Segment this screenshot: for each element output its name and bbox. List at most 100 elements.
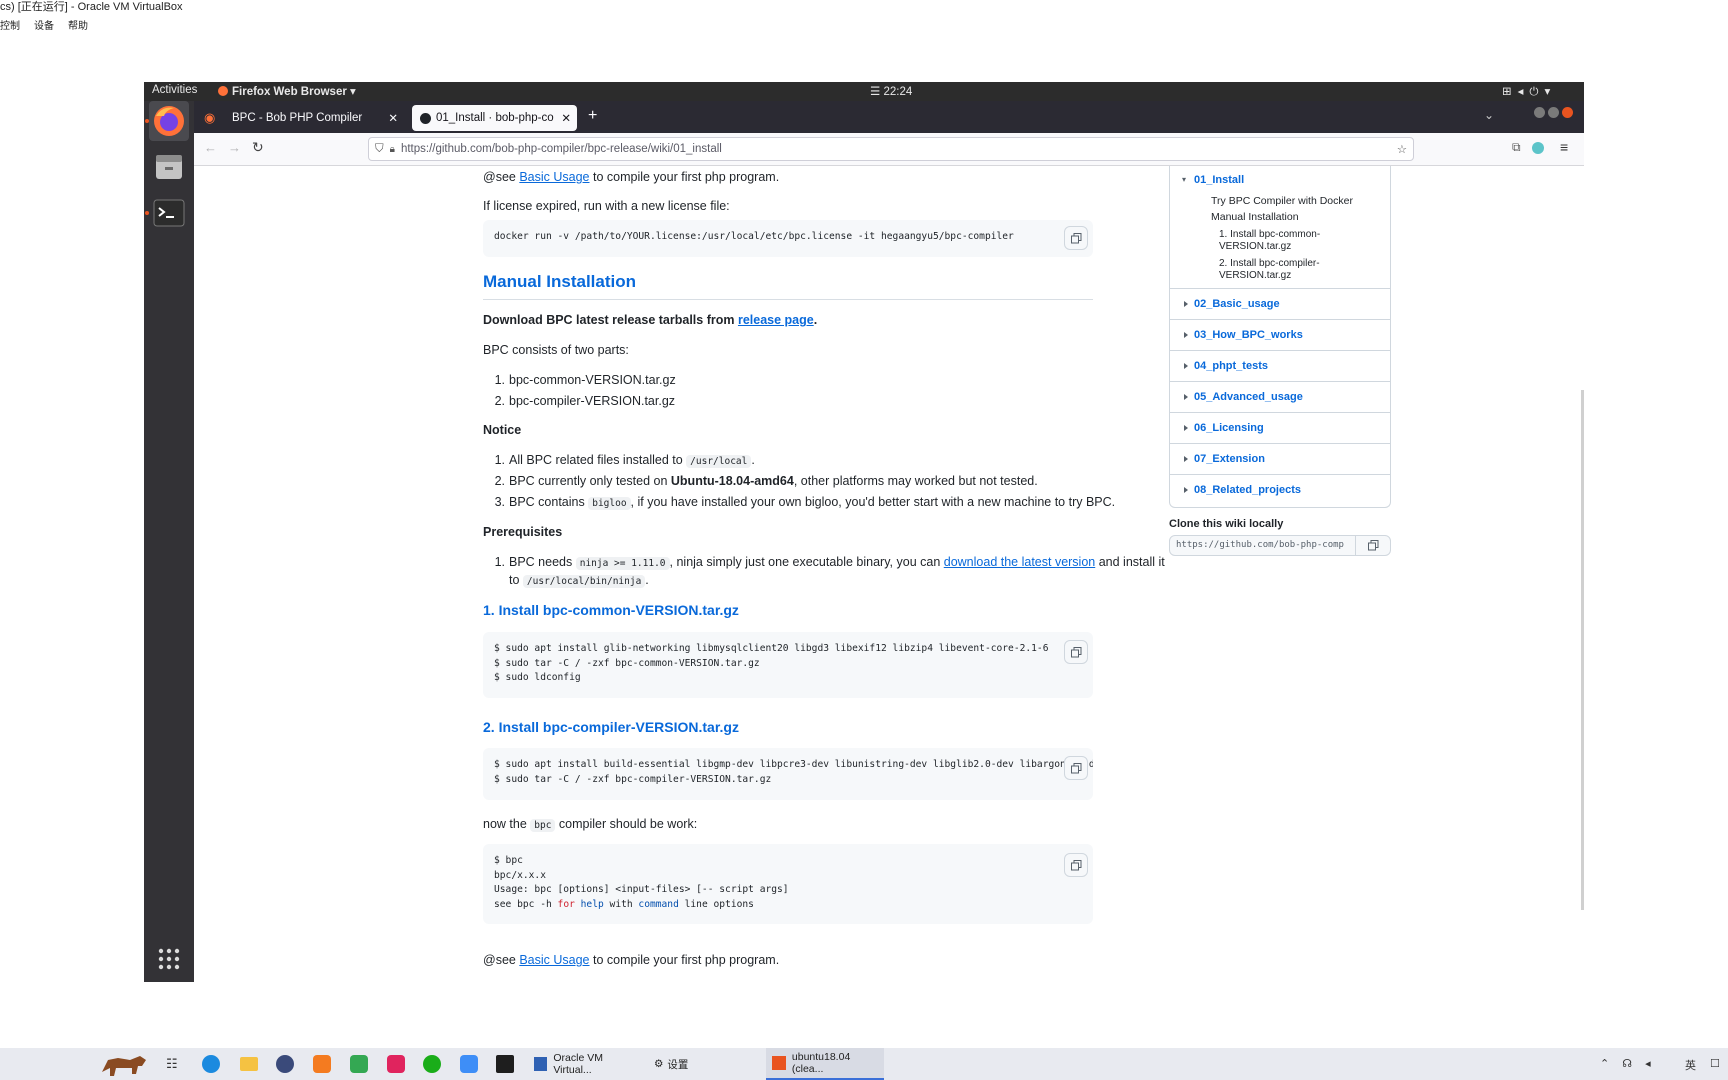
notification-icon: ☰	[870, 86, 884, 98]
menu-icon[interactable]: ≡	[1560, 139, 1568, 155]
firefox-view-icon[interactable]: ◉	[204, 110, 215, 126]
clone-copy-button[interactable]	[1355, 535, 1391, 556]
sidebar-page-05[interactable]: 05_Advanced_usage	[1170, 381, 1390, 413]
settings-icon: ⚙	[654, 1058, 664, 1070]
dock-files[interactable]	[149, 147, 189, 187]
sidebar-page-07[interactable]: 07_Extension	[1170, 443, 1390, 475]
activities-button[interactable]: Activities	[152, 84, 197, 96]
tab-01-install[interactable]: 01_Install · bob-php-comp ✕	[412, 105, 577, 131]
file-explorer-icon[interactable]	[240, 1057, 258, 1071]
url-text[interactable]: https://github.com/bob-php-compiler/bpc-…	[401, 143, 722, 155]
account-icon[interactable]	[1532, 142, 1544, 154]
app-icon-5[interactable]	[460, 1055, 478, 1073]
taskbar-item-virtualbox[interactable]: Oracle VM Virtual...	[530, 1048, 640, 1080]
page-content: @see Basic Usage to compile your first p…	[194, 166, 1584, 982]
sidebar-page-06[interactable]: 06_Licensing	[1170, 412, 1390, 444]
notifications-icon[interactable]: ☐	[1710, 1057, 1720, 1070]
caret-right-icon	[1184, 301, 1188, 307]
terminal-taskbar-icon[interactable]	[496, 1055, 514, 1073]
system-tray[interactable]: ⊞◂⏻▾	[1502, 84, 1556, 99]
app-icon-2[interactable]	[313, 1055, 331, 1073]
caret-right-icon	[1184, 425, 1188, 431]
clock-time: 22:24	[883, 86, 913, 98]
download-ninja-link[interactable]: download the latest version	[944, 555, 1095, 569]
wiki-pages-sidebar: ▾ 01_Install Try BPC Compiler with Docke…	[1169, 166, 1391, 508]
back-button[interactable]: ←	[204, 140, 217, 155]
tracking-shield-icon[interactable]: ⛉	[375, 143, 384, 156]
ubuntu-dock	[144, 101, 194, 982]
dock-terminal[interactable]	[149, 193, 189, 233]
sidebar-section-manual[interactable]: Manual Installation	[1211, 211, 1299, 223]
sidebar-section-install-compiler[interactable]: 2. Install bpc-compiler- VERSION.tar.gz	[1219, 258, 1320, 282]
host-menu-help[interactable]: 帮助	[68, 17, 88, 32]
lock-icon[interactable]: 🔒︎	[390, 144, 395, 155]
host-menu-control[interactable]: 控制	[0, 17, 20, 32]
parts-list-item: 2. bpc-compiler-VERSION.tar.gz	[494, 394, 676, 408]
copy-button[interactable]	[1064, 853, 1088, 877]
ubuntu-top-bar: Activities Firefox Web Browser ▾ ☰ 22:24…	[144, 82, 1584, 101]
prereq-item-cont: to /usr/local/bin/ninja.	[509, 573, 649, 588]
show-applications-button[interactable]	[149, 939, 189, 979]
sidebar-page-02[interactable]: 02_Basic_usage	[1170, 288, 1390, 320]
caret-right-icon	[1184, 487, 1188, 493]
dropdown-arrow-icon: ▾	[350, 86, 356, 98]
url-bar[interactable]: ⛉ 🔒︎ https://github.com/bob-php-compiler…	[368, 137, 1414, 161]
vm-screen: Activities Firefox Web Browser ▾ ☰ 22:24…	[144, 82, 1584, 982]
list-tabs-icon[interactable]: ⌄	[1484, 108, 1494, 122]
notice-item-2: 2. BPC currently only tested on Ubuntu-18…	[494, 474, 1038, 488]
sidebar-section-docker[interactable]: Try BPC Compiler with Docker	[1211, 195, 1353, 207]
copy-icon	[1070, 646, 1081, 657]
docker-code-block: docker run -v /path/to/YOUR.license:/usr…	[483, 220, 1093, 257]
system-tray-host[interactable]: ⌃ ☊ ◂	[1600, 1057, 1656, 1070]
prerequisites-heading: Prerequisites	[483, 525, 563, 539]
sidebar-page-03[interactable]: 03_How_BPC_works	[1170, 319, 1390, 351]
ime-indicator[interactable]: 英	[1685, 1057, 1696, 1073]
sidebar-page-04[interactable]: 04_phpt_tests	[1170, 350, 1390, 382]
copy-button[interactable]	[1064, 756, 1088, 780]
dock-firefox[interactable]	[149, 101, 189, 141]
terminal-icon	[153, 199, 185, 227]
install-compiler-heading: 2. Install bpc-compiler-VERSION.tar.gz	[483, 719, 739, 735]
sidebar-page-08[interactable]: 08_Related_projects	[1170, 474, 1390, 506]
new-tab-button[interactable]: +	[588, 107, 597, 125]
host-menu-devices[interactable]: 设备	[34, 17, 54, 32]
page-scrollbar[interactable]	[1581, 390, 1584, 910]
minimize-button[interactable]	[1534, 107, 1545, 118]
bookmark-star-icon[interactable]: ☆	[1397, 142, 1407, 156]
edge-icon[interactable]	[202, 1055, 220, 1073]
close-tab-icon[interactable]: ✕	[561, 111, 571, 125]
horse-wallpaper-icon	[102, 1056, 146, 1076]
app-icon-3[interactable]	[350, 1055, 368, 1073]
taskbar-item-ubuntu-vm[interactable]: ubuntu18.04 (clea...	[766, 1048, 884, 1080]
close-tab-icon[interactable]: ✕	[388, 111, 398, 125]
consists-text: BPC consists of two parts:	[483, 343, 629, 357]
parts-list-item: 1. bpc-common-VERSION.tar.gz	[494, 373, 676, 387]
tab-bpc[interactable]: BPC - Bob PHP Compiler ✕	[224, 105, 404, 131]
tab-label: 01_Install · bob-php-comp	[436, 112, 554, 124]
app-icon-1[interactable]	[276, 1055, 294, 1073]
github-icon	[420, 112, 431, 124]
app-menu-label: Firefox Web Browser	[232, 86, 347, 98]
reload-button[interactable]: ↻	[252, 139, 264, 156]
basic-usage-link[interactable]: Basic Usage	[519, 953, 589, 967]
copy-button[interactable]	[1064, 226, 1088, 250]
app-icon-4[interactable]	[387, 1055, 405, 1073]
sidebar-section-install-common[interactable]: 1. Install bpc-common- VERSION.tar.gz	[1219, 229, 1320, 253]
sidebar-page-01-install[interactable]: 01_Install	[1194, 174, 1244, 186]
task-view-icon[interactable]: ☷	[166, 1056, 178, 1072]
taskbar-item-settings[interactable]: ⚙ 设置	[650, 1048, 750, 1080]
release-page-link[interactable]: release page	[738, 313, 814, 327]
basic-usage-link[interactable]: Basic Usage	[519, 170, 589, 184]
see-basic-usage-bottom: @see Basic Usage to compile your first p…	[483, 953, 780, 967]
close-window-button[interactable]	[1562, 107, 1573, 118]
forward-button[interactable]: →	[228, 140, 241, 155]
host-window-title: cs) [正在运行] - Oracle VM VirtualBox	[0, 1, 183, 13]
app-menu[interactable]: Firefox Web Browser ▾	[218, 84, 356, 98]
copy-button[interactable]	[1064, 640, 1088, 664]
clock[interactable]: ☰ 22:24	[870, 84, 912, 98]
extensions-icon[interactable]: ⧉	[1512, 140, 1521, 155]
clone-url-input[interactable]: https://github.com/bob-php-comp	[1169, 535, 1356, 556]
maximize-button[interactable]	[1548, 107, 1559, 118]
wechat-icon[interactable]	[423, 1055, 441, 1073]
now-bpc-text: now the bpc compiler should be work:	[483, 817, 698, 832]
